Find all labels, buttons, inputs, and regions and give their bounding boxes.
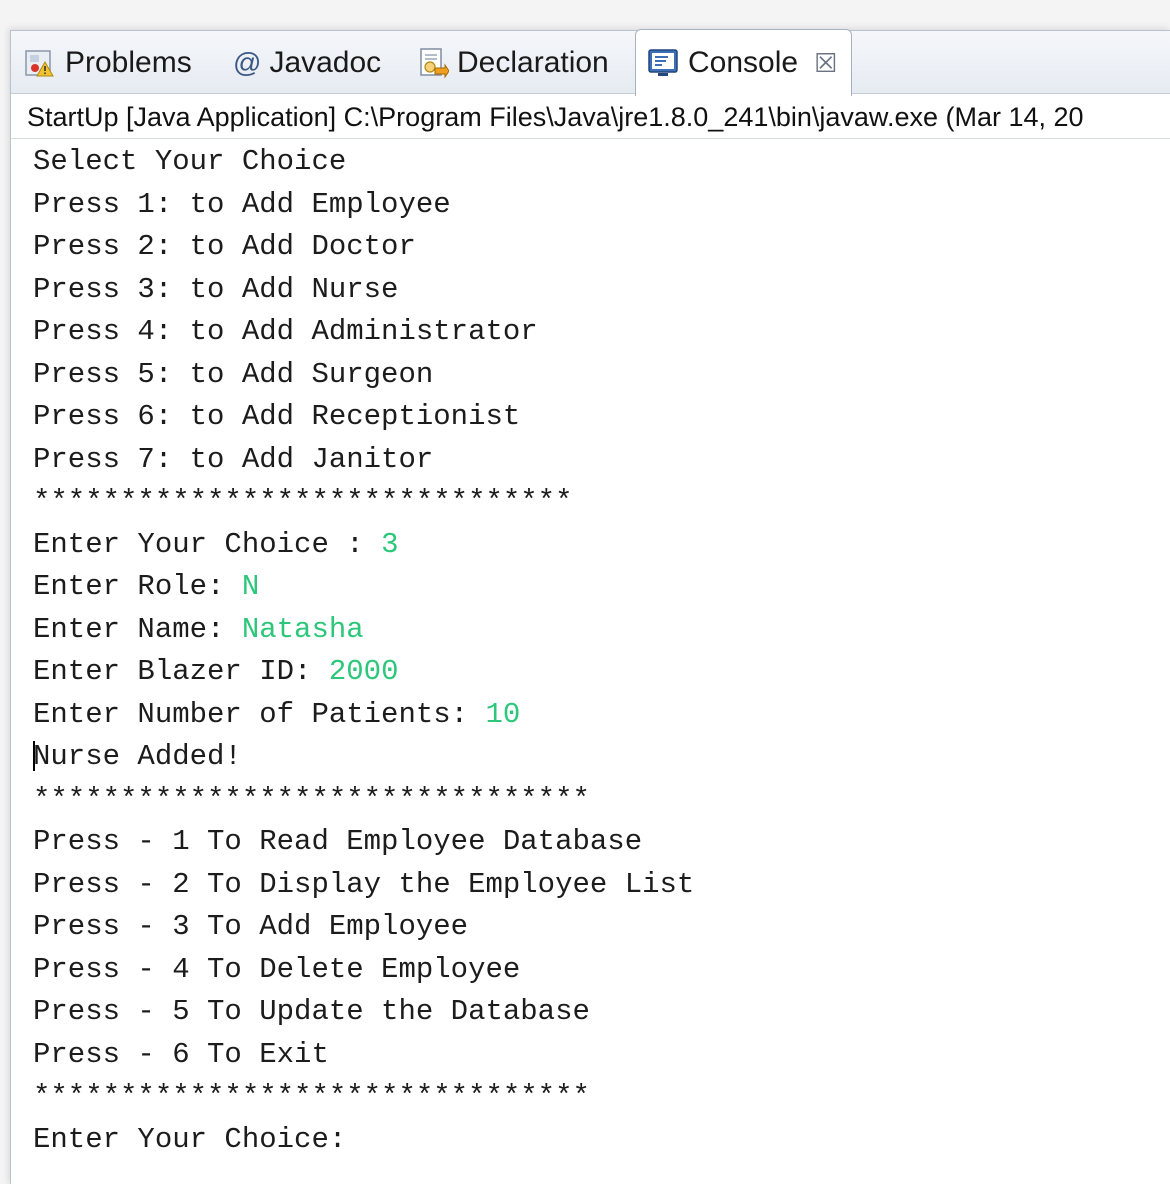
result-first-char: N [33,740,51,773]
prompt-line: Enter Number of Patients: 10 [33,694,1163,737]
tab-problems[interactable]: Problems [23,31,192,94]
console-line: Press - 2 To Display the Employee List [33,867,695,901]
console-view: Problems @ Javadoc Declaration Console ☒… [10,29,1170,1184]
console-line: Press - 4 To Delete Employee [33,952,521,986]
console-line: Select Your Choice [33,145,347,178]
separator-line: ******************************** [33,1080,590,1113]
result-line: Nurse Added! [33,736,1163,779]
console-line: Press 2: to Add Doctor [33,230,416,263]
console-line: Press 5: to Add Surgeon [33,357,434,391]
user-input: 3 [381,527,399,561]
window-frame: Problems @ Javadoc Declaration Console ☒… [0,0,1170,1184]
prompt-label: Enter Name: [33,612,242,646]
tab-javadoc-label: Javadoc [269,45,382,79]
console-icon [646,46,680,80]
prompt-line: Enter Blazer ID: 2000 [33,651,1163,694]
prompt-label: Enter Role: [33,570,242,603]
tab-problems-label: Problems [65,45,192,79]
tab-declaration-label: Declaration [457,45,609,79]
console-line: Press - 6 To Exit [33,1037,329,1071]
at-icon: @ [233,46,262,78]
console-line: Press 1: to Add Employee [33,187,451,221]
view-tab-strip: Problems @ Javadoc Declaration Console ☒ [11,29,1170,96]
tab-declaration[interactable]: Declaration [415,31,609,94]
launch-info: StartUp [Java Application] C:\Program Fi… [11,95,1170,139]
prompt-label: Enter Blazer ID: [33,655,329,688]
final-prompt: Enter Your Choice: [33,1122,347,1156]
separator-line: ******************************* [33,485,573,518]
prompt-line: Enter Role: N [33,566,1163,609]
user-input: 10 [485,697,521,731]
console-line: Press - 5 To Update the Database [33,995,590,1028]
user-input: 2000 [328,655,399,688]
console-output[interactable]: Select Your Choice Press 1: to Add Emplo… [33,141,1163,1161]
console-line: Press 3: to Add Nurse [33,272,399,306]
separator-line: ******************************** [33,782,590,816]
console-line: Press 7: to Add Janitor [33,442,434,476]
prompt-label: Enter Your Choice : [33,527,382,561]
tab-console[interactable]: Console ☒ [635,29,853,96]
user-input: N [241,570,260,603]
console-line: Press - 1 To Read Employee Database [33,825,643,858]
declaration-icon [415,46,449,80]
console-line: Press - 3 To Add Employee [33,910,469,943]
tab-console-label: Console [688,46,799,79]
prompt-line: Enter Your Choice : 3 [33,524,1163,567]
user-input: Natasha [241,612,364,646]
problems-icon [23,46,57,80]
console-line: Press 4: to Add Administrator [33,315,538,348]
prompt-line: Enter Name: Natasha [33,609,1163,652]
console-line: Press 6: to Add Receptionist [33,400,521,433]
tab-javadoc[interactable]: @ Javadoc [233,31,381,94]
close-icon[interactable]: ☒ [814,48,837,79]
result-text: urse Added! [50,740,242,773]
prompt-label: Enter Number of Patients: [33,697,486,731]
